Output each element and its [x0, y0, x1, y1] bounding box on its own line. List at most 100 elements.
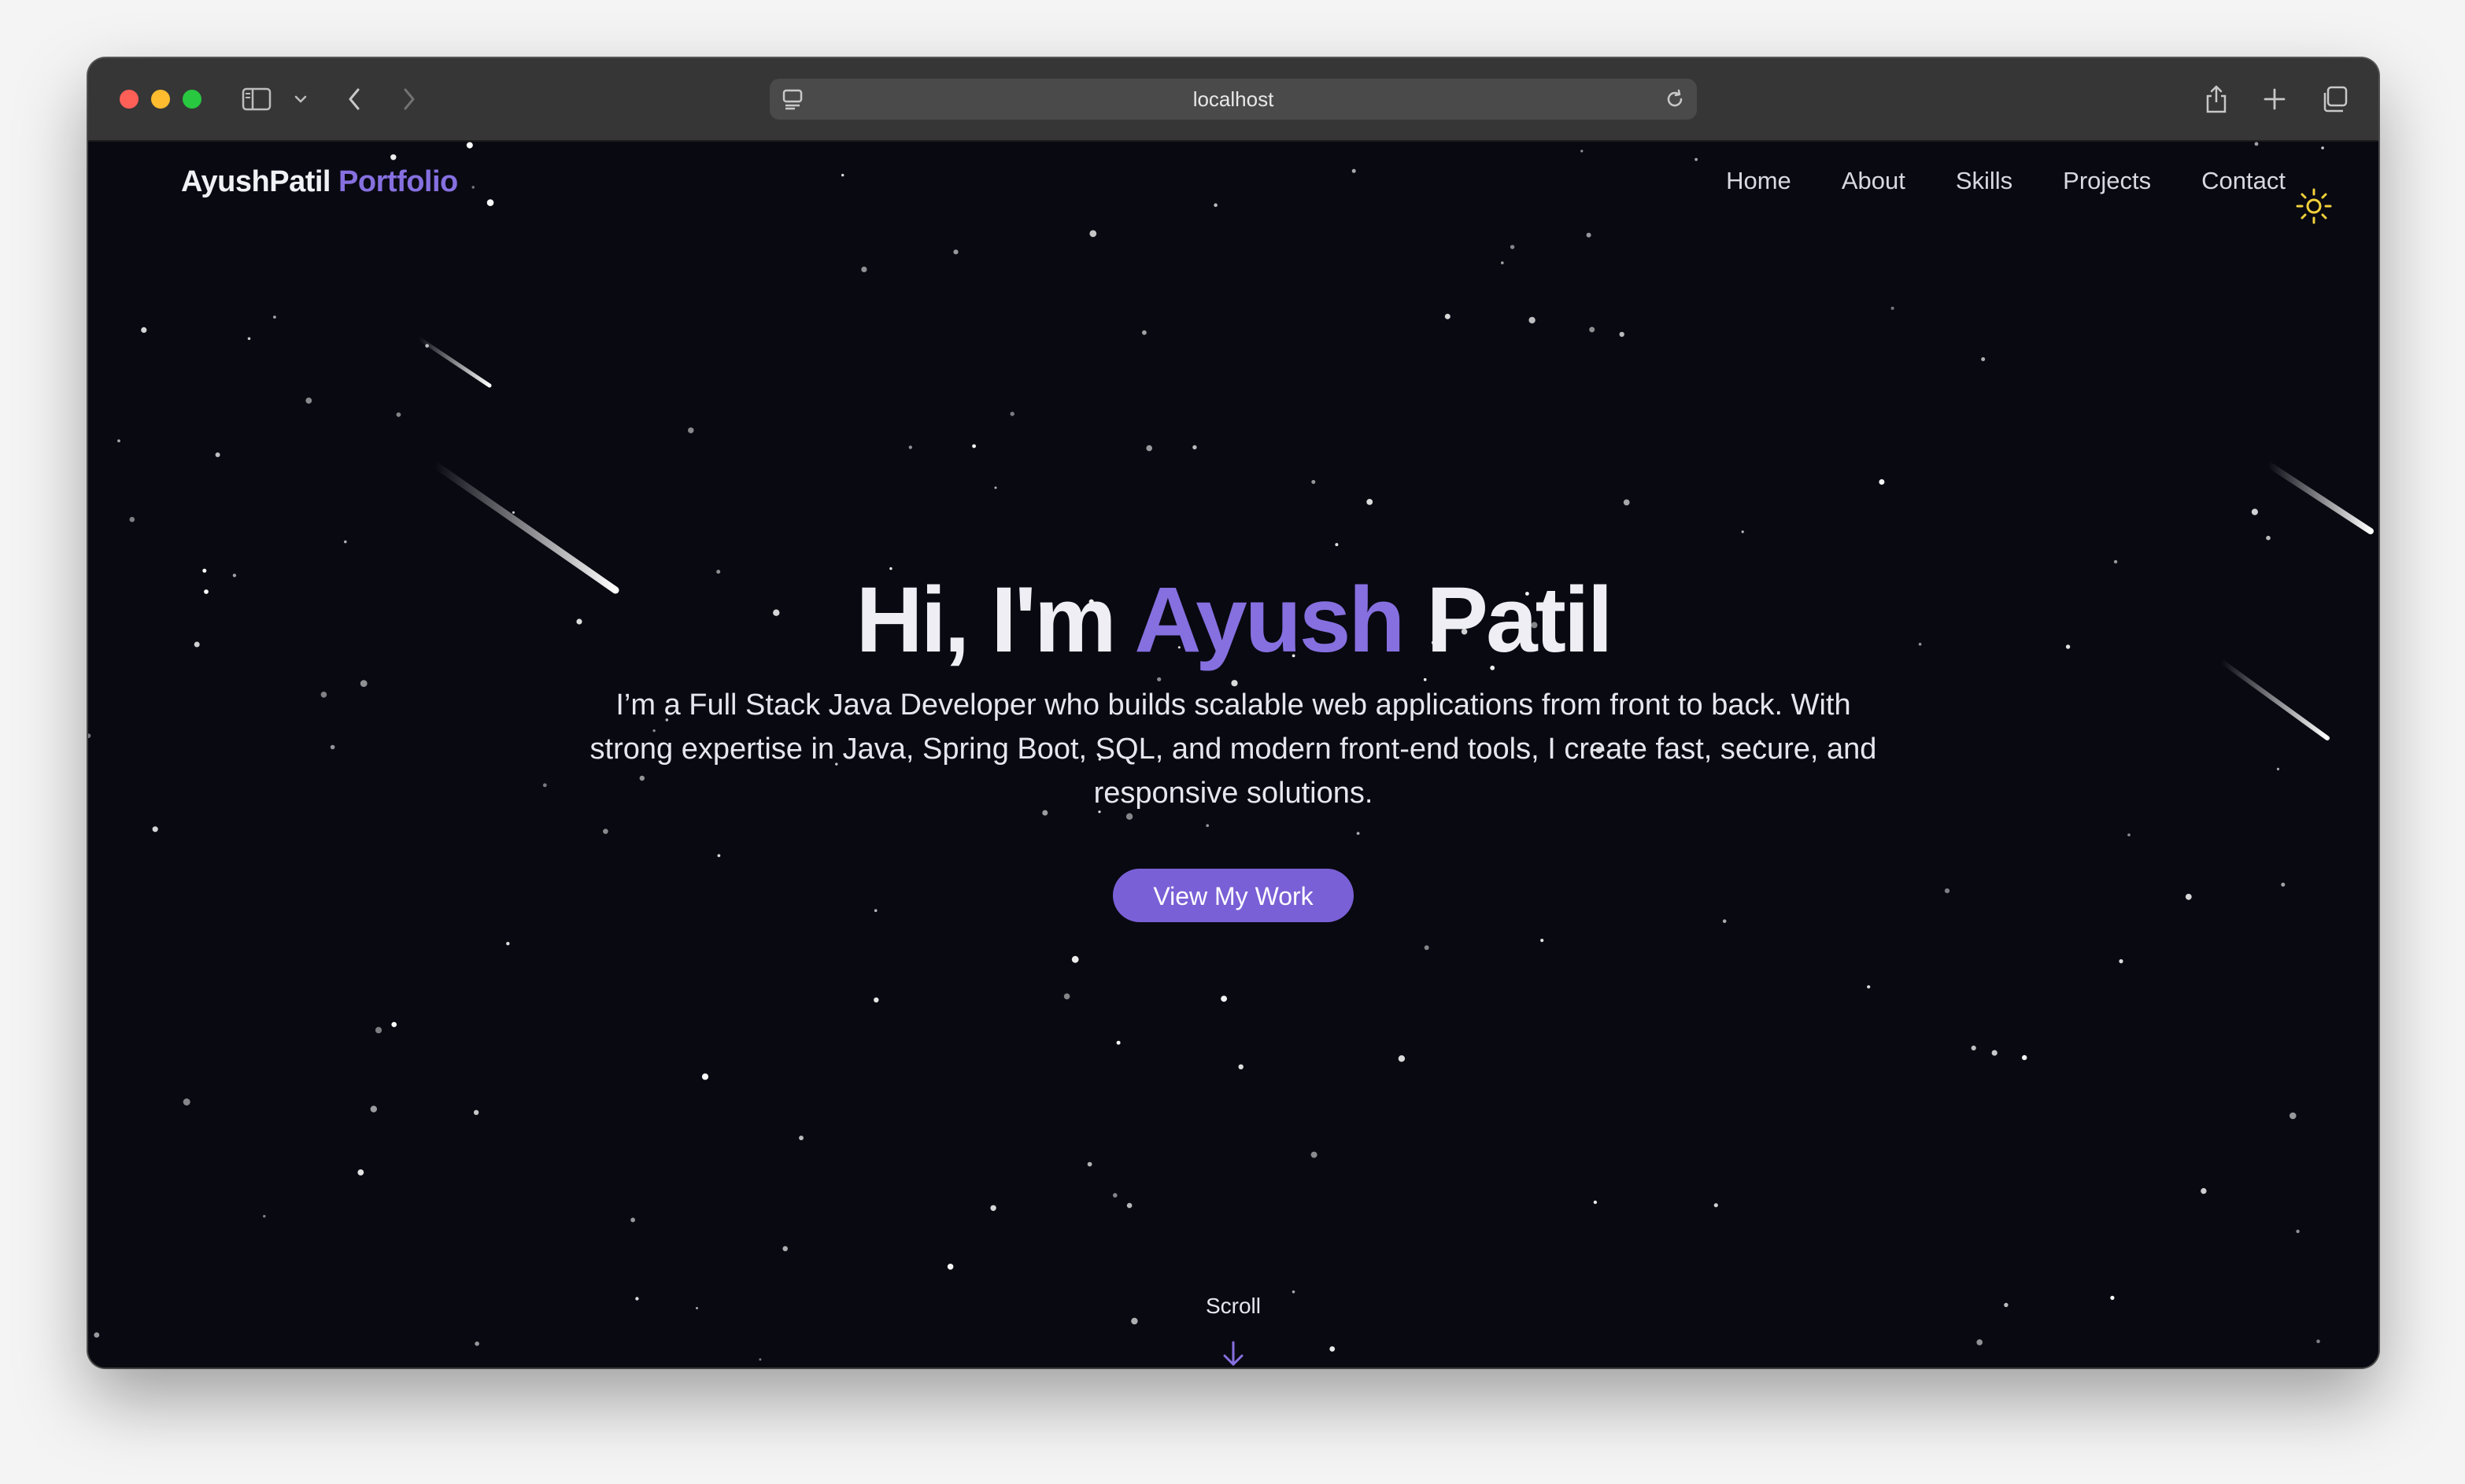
- star: [972, 444, 976, 449]
- star: [2289, 1112, 2297, 1120]
- star: [994, 486, 997, 489]
- star: [1944, 888, 1950, 894]
- star: [1593, 1200, 1598, 1205]
- reload-icon[interactable]: [1664, 88, 1686, 110]
- star: [1071, 955, 1079, 963]
- arrow-down-icon[interactable]: [1219, 1339, 1247, 1368]
- star: [215, 452, 220, 457]
- address-bar[interactable]: localhost: [770, 79, 1697, 120]
- site-logo[interactable]: AyushPatil Portfolio: [181, 165, 458, 199]
- new-tab-icon[interactable]: [2257, 82, 2292, 116]
- star: [542, 783, 547, 788]
- star: [88, 733, 91, 738]
- chevron-down-icon[interactable]: [283, 82, 318, 116]
- star: [2276, 767, 2280, 771]
- star: [1623, 499, 1630, 506]
- star: [953, 249, 959, 255]
- star: [990, 1205, 996, 1212]
- zoom-window-button[interactable]: [183, 90, 201, 109]
- minimize-window-button[interactable]: [151, 90, 170, 109]
- star: [370, 1106, 377, 1113]
- hero-title-accent: Ayush: [1134, 568, 1405, 672]
- star: [1423, 677, 1427, 681]
- close-window-button[interactable]: [120, 90, 139, 109]
- nav-link-contact[interactable]: Contact: [2201, 167, 2286, 195]
- back-icon[interactable]: [337, 82, 371, 116]
- star: [1971, 1045, 1976, 1050]
- star: [2251, 508, 2258, 515]
- sun-icon[interactable]: [2295, 187, 2333, 225]
- hero-title-prefix: Hi, I'm: [856, 568, 1117, 672]
- star: [1192, 445, 1197, 450]
- nav-link-home[interactable]: Home: [1726, 167, 1791, 195]
- star: [2316, 1339, 2320, 1343]
- star: [390, 154, 397, 161]
- star: [1206, 824, 1209, 827]
- star: [473, 1109, 479, 1116]
- star: [1589, 327, 1595, 333]
- nav-link-about[interactable]: About: [1842, 167, 1905, 195]
- view-my-work-button[interactable]: View My Work: [1113, 869, 1354, 922]
- star: [1311, 480, 1316, 484]
- star: [1528, 316, 1536, 324]
- star: [1329, 1346, 1336, 1352]
- browser-window: localhost AyushPatil Portfolio Home Abou…: [88, 58, 2378, 1368]
- star: [330, 744, 335, 750]
- star: [183, 1098, 190, 1106]
- star: [717, 854, 721, 858]
- star: [841, 173, 844, 177]
- star: [1879, 479, 1885, 485]
- star: [2119, 959, 2123, 964]
- star: [759, 1358, 762, 1361]
- star: [1586, 232, 1591, 238]
- star: [1540, 939, 1544, 943]
- browser-toolbar: localhost: [88, 58, 2378, 142]
- nav-link-skills[interactable]: Skills: [1956, 167, 2012, 195]
- star: [1157, 677, 1162, 681]
- star: [1116, 1040, 1121, 1045]
- star: [1131, 1317, 1138, 1325]
- star: [2281, 882, 2286, 887]
- star: [2321, 146, 2324, 150]
- star: [1619, 331, 1624, 338]
- star: [1087, 1161, 1092, 1167]
- star: [305, 397, 312, 404]
- star: [2254, 142, 2259, 146]
- scroll-label: Scroll: [1205, 1294, 1261, 1318]
- star: [799, 1135, 804, 1141]
- star: [874, 909, 878, 912]
- star: [1580, 150, 1584, 153]
- star: [117, 439, 120, 443]
- star: [2127, 833, 2131, 836]
- star: [1126, 1202, 1133, 1209]
- star: [471, 186, 475, 189]
- star: [1981, 357, 1986, 361]
- star: [1741, 530, 1744, 533]
- star: [1010, 412, 1014, 416]
- star: [273, 316, 276, 319]
- star: [1424, 945, 1429, 951]
- star: [512, 511, 516, 514]
- star: [486, 199, 494, 206]
- sidebar-toggle-icon[interactable]: [239, 82, 274, 116]
- star: [141, 327, 147, 333]
- star: [320, 692, 327, 698]
- star: [2201, 1187, 2207, 1194]
- star: [360, 680, 368, 687]
- main-nav: Home About Skills Projects Contact: [1726, 167, 2286, 195]
- star: [152, 826, 158, 832]
- url-text: localhost: [1192, 87, 1274, 111]
- tab-overview-icon[interactable]: [2317, 82, 2352, 116]
- star: [247, 337, 251, 341]
- star: [2296, 1229, 2300, 1234]
- star: [1113, 1193, 1118, 1198]
- star: [506, 942, 510, 946]
- star: [1444, 313, 1451, 319]
- star: [1991, 1050, 1998, 1056]
- forward-icon[interactable]: [392, 82, 427, 116]
- star: [1146, 445, 1152, 452]
- nav-link-projects[interactable]: Projects: [2063, 167, 2151, 195]
- star: [129, 516, 135, 522]
- star: [357, 1169, 364, 1176]
- share-icon[interactable]: [2199, 82, 2234, 116]
